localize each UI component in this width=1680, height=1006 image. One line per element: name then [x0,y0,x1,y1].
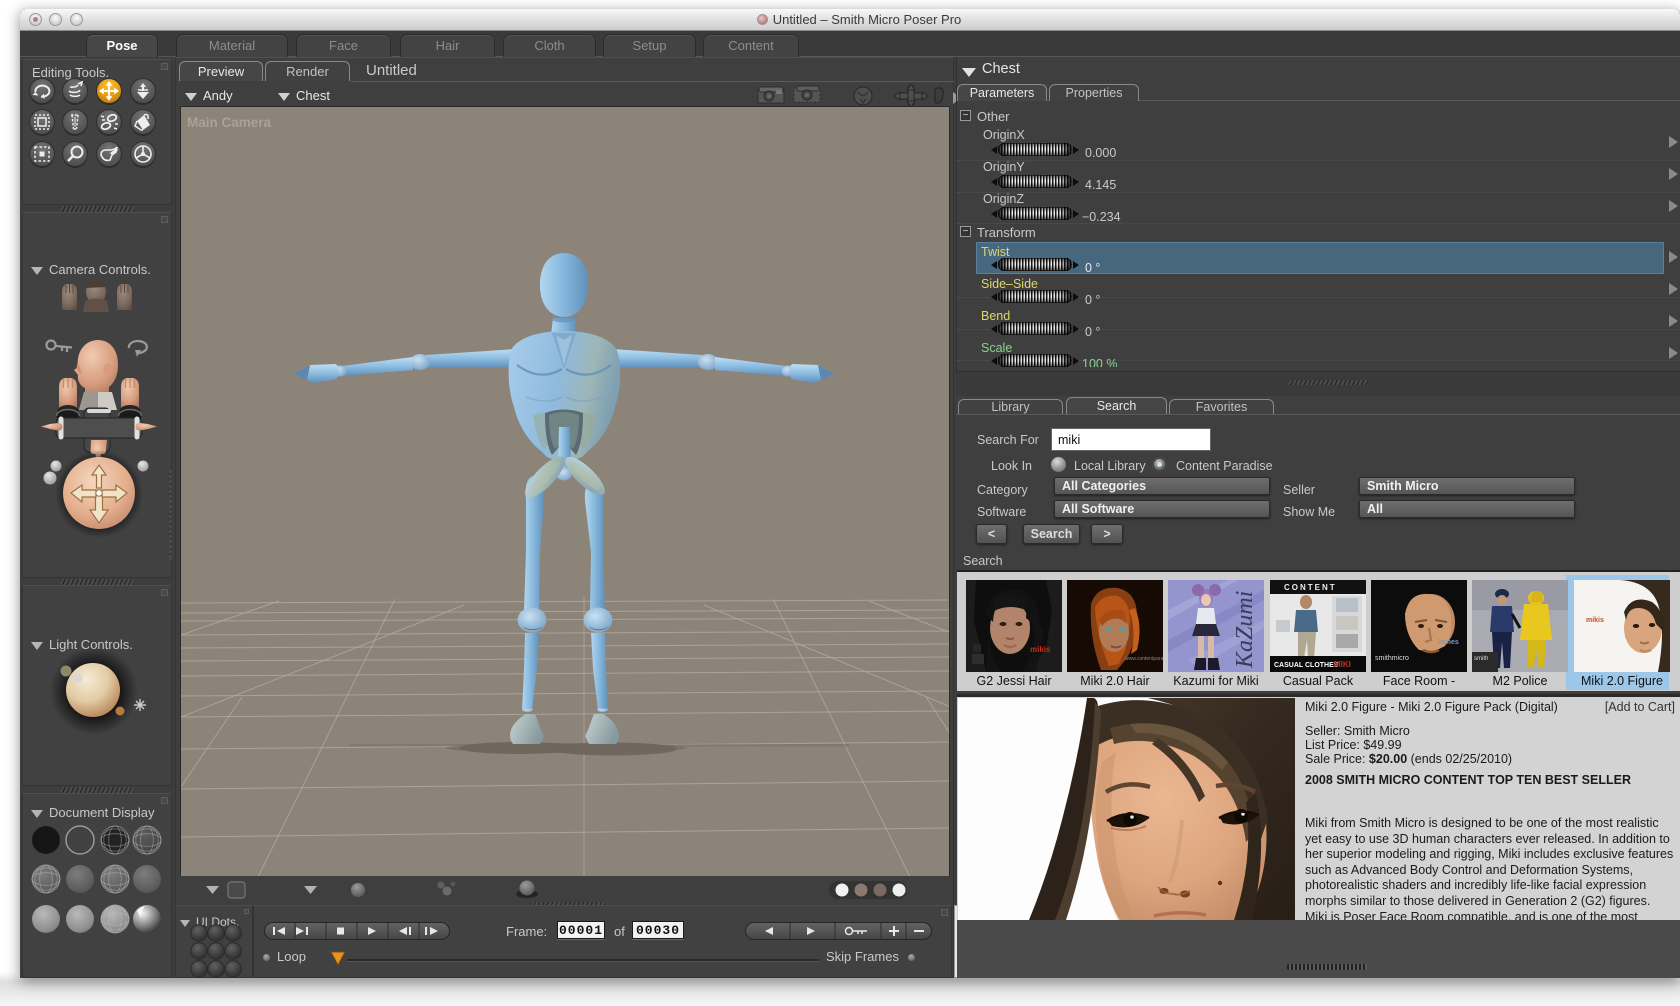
svg-text:smith: smith [1474,656,1488,662]
svg-text:CONTENT: CONTENT [1284,583,1337,592]
svg-text:mikis: mikis [1030,645,1051,654]
svg-text:James: James [1437,639,1459,646]
svg-text:www.contentparadise: www.contentparadise [1125,656,1163,662]
svg-text:MIKI: MIKI [1334,660,1351,669]
svg-text:smithmicro: smithmicro [1375,655,1409,662]
svg-text:mikis: mikis [1586,617,1604,624]
svg-text:KaZumi: KaZumi [1232,591,1258,669]
svg-text:CASUAL CLOTHES: CASUAL CLOTHES [1274,662,1339,669]
